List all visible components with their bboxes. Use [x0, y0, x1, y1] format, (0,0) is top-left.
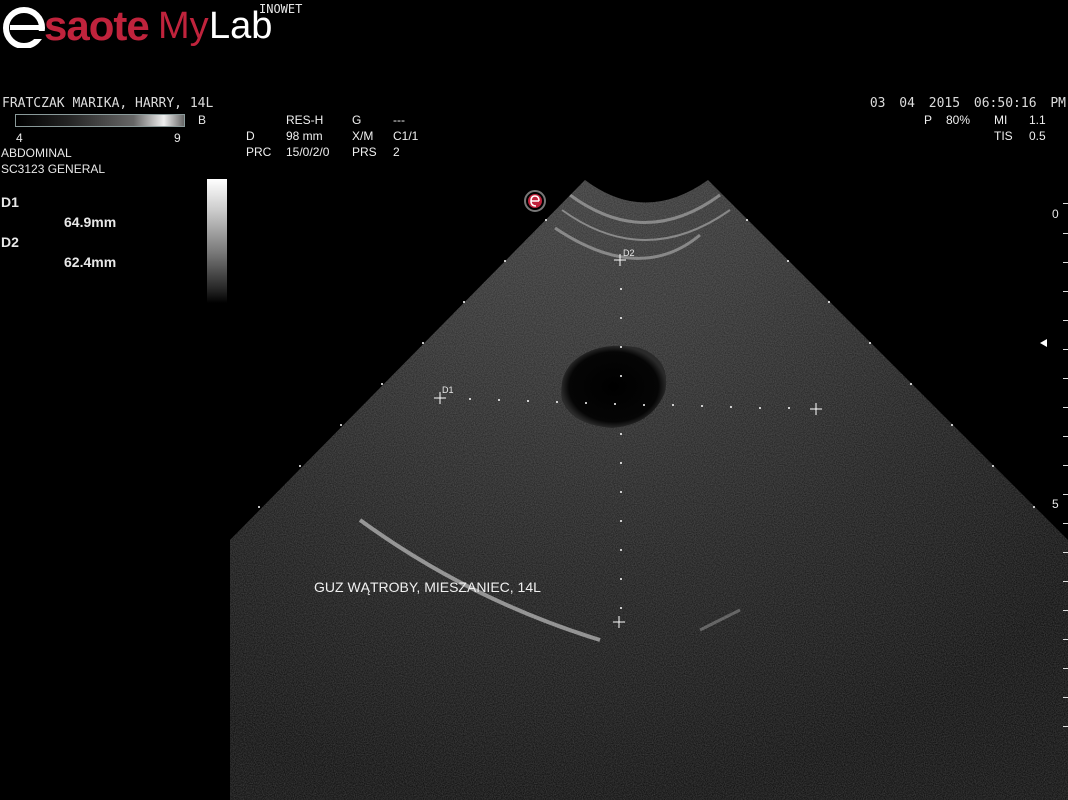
focus-marker-icon: [1040, 339, 1047, 347]
param-prc-value: 15/0/2/0: [286, 145, 330, 159]
gray-map-min: 4: [16, 131, 23, 145]
site-name: INOWET: [259, 2, 303, 16]
param-prs-value: 2: [393, 145, 400, 159]
param-xm-label: X/M: [352, 129, 374, 143]
param-tis-value: 0.5: [1029, 129, 1046, 143]
measurement-d2-value: 62.4mm: [64, 254, 117, 270]
grayscale-strip: [207, 179, 227, 303]
param-prc-label: PRC: [246, 145, 272, 159]
param-res-label: RES-H: [286, 113, 324, 127]
param-p-label: P: [924, 113, 933, 127]
gray-map-max: 9: [174, 131, 181, 145]
param-d-value: 98 mm: [286, 129, 323, 143]
param-mi-label: MI: [994, 113, 1008, 127]
param-g-label: G: [352, 113, 362, 127]
param-xm-value: C1/1: [393, 129, 419, 143]
param-p-value: 80%: [946, 113, 971, 127]
probe-name: SC3123 GENERAL: [1, 162, 106, 176]
esaote-logo-icon: [3, 7, 46, 48]
patient-info: FRATCZAK MARIKA, HARRY, 14L: [2, 96, 214, 111]
param-d-label: D: [246, 129, 255, 143]
param-mi-value: 1.1: [1029, 113, 1046, 127]
measurement-d1-label: D1: [1, 194, 19, 210]
measurement-d2-label: D2: [1, 234, 19, 250]
orientation-marker-icon: [524, 190, 546, 212]
measurement-d1-value: 64.9mm: [64, 214, 117, 230]
param-g-value: ---: [393, 113, 405, 127]
mode-indicator: B: [198, 113, 207, 127]
depth-label-top: 0: [1052, 207, 1059, 221]
exam-preset: ABDOMINAL: [1, 146, 72, 160]
caliper-d2-label: D2: [623, 248, 635, 258]
param-prs-label: PRS: [352, 145, 377, 159]
image-annotation[interactable]: GUZ WĄTROBY, MIESZANIEC, 14L: [314, 579, 541, 595]
param-tis-label: TIS: [994, 129, 1013, 143]
caliper-d1-label: D1: [442, 385, 454, 395]
gray-map-bar: [15, 114, 185, 127]
exam-datetime: 03 04 2015 06:50:16 PM: [869, 96, 1066, 111]
depth-label-mid: 5: [1052, 497, 1059, 511]
